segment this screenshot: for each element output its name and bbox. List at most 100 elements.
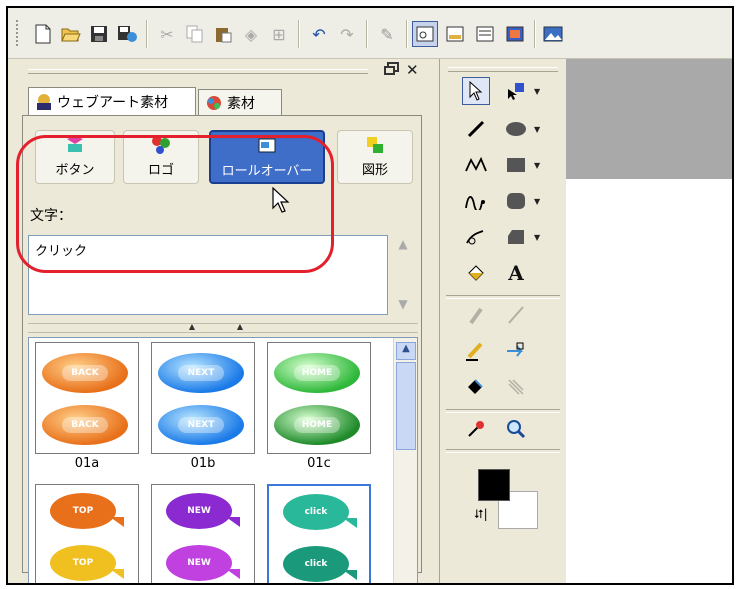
thumbnail-item[interactable]: NEXT NEXT: [151, 342, 255, 454]
new-icon[interactable]: [30, 21, 56, 47]
image-icon[interactable]: [540, 21, 566, 47]
preview-text: HOME: [294, 417, 340, 433]
chevron-down-icon[interactable]: ▼: [534, 151, 542, 179]
line-icon[interactable]: [462, 115, 490, 143]
toolbar-grip[interactable]: [16, 20, 22, 46]
brush-icon[interactable]: [462, 337, 490, 365]
text-tool-icon[interactable]: A: [502, 259, 530, 287]
float-panel-icon[interactable]: [384, 62, 400, 78]
preview-text: click: [304, 559, 328, 569]
mouse-cursor-icon: [272, 186, 292, 213]
panel-titlebar: ✕: [8, 59, 436, 81]
polygon-icon[interactable]: [502, 223, 530, 251]
eyedropper-icon[interactable]: [462, 415, 490, 443]
thumbnail-gallery: BACK BACK NEXT NEXT HOME HOME 01a 01b 01…: [28, 337, 418, 583]
preview-text: click: [304, 507, 328, 517]
gallery-scrollbar[interactable]: ▲: [393, 338, 417, 583]
category-button[interactable]: 図形: [337, 130, 413, 184]
preview-text: BACK: [62, 417, 108, 433]
zoom-icon[interactable]: [502, 415, 530, 443]
thumbnail-label: 01a: [74, 456, 100, 471]
copy-icon[interactable]: [182, 21, 208, 47]
bubble-preview: click: [283, 546, 357, 582]
button-preview: NEXT: [158, 405, 244, 445]
bubble-preview: click: [283, 494, 357, 530]
edit-icon[interactable]: ✎: [374, 21, 400, 47]
bubble-preview: TOP: [50, 545, 124, 581]
preview-text: NEXT: [178, 417, 224, 433]
tools-panel: ▼ ▼ ▼ ▼ ▼ A ⮃|: [439, 59, 566, 583]
thumbnail-item[interactable]: TOP TOP: [35, 484, 139, 583]
rounded-rect-icon[interactable]: [502, 187, 530, 215]
pen-icon[interactable]: [462, 223, 490, 251]
tab-web-art[interactable]: ウェブアート素材: [28, 87, 196, 116]
chevron-down-icon[interactable]: ▼: [534, 223, 542, 251]
polyline-icon[interactable]: [462, 151, 490, 179]
publish-icon[interactable]: [114, 21, 140, 47]
layout-b-icon[interactable]: [442, 21, 468, 47]
preview-text: BACK: [62, 365, 108, 381]
bubble-preview: TOP: [50, 493, 124, 529]
tab-material[interactable]: 素材: [198, 89, 282, 115]
scroll-up-icon[interactable]: ▲: [396, 342, 416, 360]
thumbnail-item[interactable]: BACK BACK: [35, 342, 139, 454]
preview-text: NEXT: [178, 365, 224, 381]
preview-text: TOP: [72, 558, 94, 568]
scroll-down-icon[interactable]: ▼: [394, 297, 412, 313]
eraser-icon[interactable]: [462, 301, 490, 329]
cut-icon[interactable]: ✂: [154, 21, 180, 47]
panel-grip[interactable]: [28, 69, 368, 74]
document-canvas[interactable]: [566, 179, 732, 583]
ellipse-icon[interactable]: [502, 115, 530, 143]
knife-icon[interactable]: [502, 301, 530, 329]
tools-separator: [446, 409, 560, 413]
layout-d-icon[interactable]: [502, 21, 528, 47]
chevron-down-icon[interactable]: ▼: [534, 115, 542, 143]
category-label: 図形: [361, 163, 388, 178]
fill-bucket-icon[interactable]: [462, 259, 490, 287]
toolbar-separator: [146, 20, 148, 48]
paste-icon[interactable]: [210, 21, 236, 47]
redo-icon[interactable]: ↷: [334, 21, 360, 47]
toolbar-separator: [298, 20, 300, 48]
thumbnail-item-selected[interactable]: click click: [267, 484, 371, 583]
transform-icon[interactable]: [502, 337, 530, 365]
chevron-down-icon[interactable]: ▼: [534, 187, 542, 215]
close-icon[interactable]: ✕: [406, 61, 422, 79]
subselect-icon[interactable]: [502, 77, 530, 105]
tools-grip[interactable]: [448, 67, 558, 72]
swap-colors-icon[interactable]: ⮃|: [474, 507, 488, 522]
open-icon[interactable]: [58, 21, 84, 47]
toolbar-separator: [534, 20, 536, 48]
button-preview: NEXT: [158, 353, 244, 393]
button-preview: BACK: [42, 353, 128, 393]
tab-web-art-label: ウェブアート素材: [57, 95, 169, 111]
gradient-icon[interactable]: [502, 373, 530, 401]
undo-icon[interactable]: ↶: [306, 21, 332, 47]
tools-separator: [446, 295, 560, 299]
layout-a-icon[interactable]: [412, 21, 438, 47]
thumbnail-item[interactable]: HOME HOME: [267, 342, 371, 454]
main-toolbar: ✂ ◈ ⊞ ↶ ↷ ✎: [8, 8, 732, 59]
save-icon[interactable]: [86, 21, 112, 47]
bubble-preview: NEW: [166, 545, 240, 581]
grid-icon[interactable]: ⊞: [266, 21, 292, 47]
bubble-preview: NEW: [166, 493, 240, 529]
layout-c-icon[interactable]: [472, 21, 498, 47]
preview-text: HOME: [294, 365, 340, 381]
thumbnail-item[interactable]: NEW NEW: [151, 484, 255, 583]
paint-icon[interactable]: [462, 373, 490, 401]
foreground-color-swatch[interactable]: [478, 469, 510, 501]
pointer-icon[interactable]: [462, 77, 490, 105]
erase-icon[interactable]: ◈: [238, 21, 264, 47]
text-scrollbar[interactable]: ▲ ▼: [392, 235, 416, 315]
curve-icon[interactable]: [462, 187, 490, 215]
button-preview: HOME: [274, 353, 360, 393]
rectangle-icon[interactable]: [502, 151, 530, 179]
toolbar-separator: [366, 20, 368, 48]
splitter-grip-icon[interactable]: ▲ ▲: [168, 321, 264, 331]
scroll-up-icon[interactable]: ▲: [394, 237, 412, 253]
chevron-down-icon[interactable]: ▼: [534, 77, 542, 105]
scroll-thumb[interactable]: [396, 362, 416, 450]
button-preview: BACK: [42, 405, 128, 445]
